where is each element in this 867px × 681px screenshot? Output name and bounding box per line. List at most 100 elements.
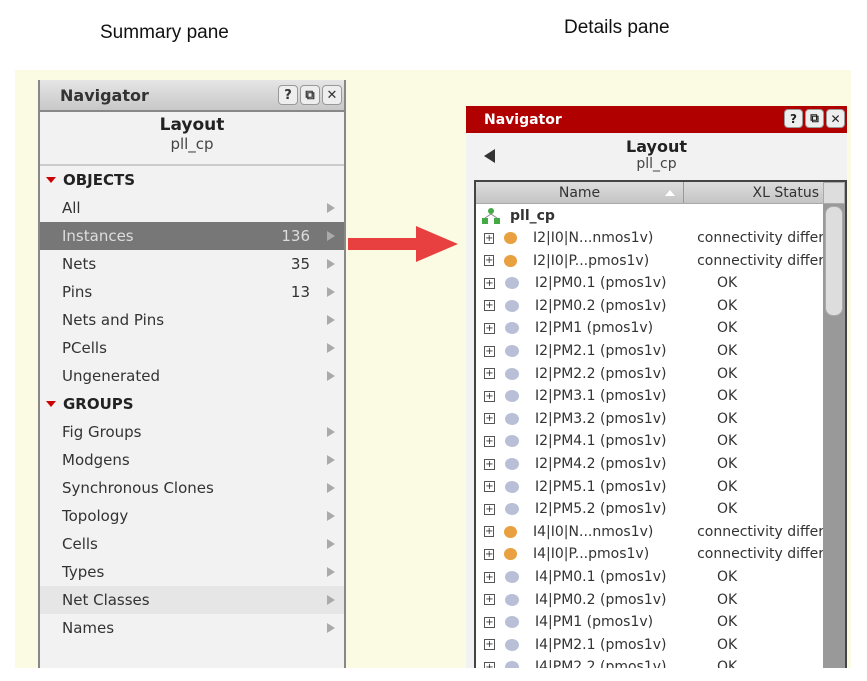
tree-row[interactable]: + I2|I0|P...pmos1v) connectivity differ xyxy=(476,250,824,272)
expand-plus-icon[interactable]: + xyxy=(484,232,495,244)
item-label: Types xyxy=(62,563,105,581)
expand-plus-icon[interactable]: + xyxy=(484,481,495,493)
tree-row[interactable]: + I2|PM2.1 (pmos1v) OK xyxy=(476,340,824,362)
close-button[interactable]: ✕ xyxy=(322,85,342,105)
expand-plus-icon[interactable]: + xyxy=(484,594,495,606)
navigator-item[interactable]: Names xyxy=(40,614,344,642)
navigator-item[interactable]: Net Classes xyxy=(40,586,344,614)
expand-plus-icon[interactable]: + xyxy=(484,616,495,628)
item-label: Cells xyxy=(62,535,98,553)
tree-row[interactable]: + I2|PM0.1 (pmos1v) OK xyxy=(476,272,824,294)
expand-plus-icon[interactable]: + xyxy=(484,435,495,447)
tree-row[interactable]: + I4|PM1 (pmos1v) OK xyxy=(476,611,824,633)
navigator-item[interactable]: Nets and Pins xyxy=(40,306,344,334)
expand-plus-icon[interactable]: + xyxy=(484,345,495,357)
instance-icon xyxy=(505,299,519,312)
expand-plus-icon[interactable]: + xyxy=(484,300,495,312)
chevron-right-icon xyxy=(327,427,335,437)
expand-plus-icon[interactable]: + xyxy=(484,390,495,402)
tree-row[interactable]: + I2|PM1 (pmos1v) OK xyxy=(476,317,824,339)
tree-row[interactable]: + I4|PM2.1 (pmos1v) OK xyxy=(476,634,824,656)
chevron-right-icon xyxy=(327,511,335,521)
navigator-item[interactable]: Modgens xyxy=(40,446,344,474)
item-label: PCells xyxy=(62,339,107,357)
expand-plus-icon[interactable]: + xyxy=(484,413,495,425)
help-button[interactable]: ? xyxy=(278,85,298,105)
back-arrow-icon[interactable] xyxy=(484,149,495,163)
navigator-item[interactable]: Nets 35 xyxy=(40,250,344,278)
expand-plus-icon[interactable]: + xyxy=(484,368,495,380)
row-status: OK xyxy=(717,591,738,608)
navigator-item[interactable]: Fig Groups xyxy=(40,418,344,446)
row-name: I2|PM1 (pmos1v) xyxy=(535,320,654,337)
tree-row[interactable]: + I2|PM3.1 (pmos1v) OK xyxy=(476,385,824,407)
tree-row[interactable]: + I2|PM5.2 (pmos1v) OK xyxy=(476,498,824,520)
chevron-right-icon xyxy=(327,259,335,269)
section-label: GROUPS xyxy=(63,395,134,413)
expand-plus-icon[interactable]: + xyxy=(484,571,495,583)
navigator-item[interactable]: Synchronous Clones xyxy=(40,474,344,502)
float-button[interactable]: ⧉ xyxy=(805,109,824,128)
expand-plus-icon[interactable]: + xyxy=(484,458,495,470)
navigator-item[interactable]: PCells xyxy=(40,334,344,362)
details-navigator-panel: Navigator ? ⧉ ✕ Layout pll_cp Name XL St… xyxy=(466,106,847,668)
row-status: OK xyxy=(717,297,738,314)
navigator-item[interactable]: Instances 136 xyxy=(40,222,344,250)
expand-plus-icon[interactable]: + xyxy=(484,639,495,651)
tree-row[interactable]: + I2|PM2.2 (pmos1v) OK xyxy=(476,363,824,385)
expand-plus-icon[interactable]: + xyxy=(484,526,495,538)
expand-plus-icon[interactable]: + xyxy=(484,503,495,515)
item-label: All xyxy=(62,199,81,217)
expand-plus-icon[interactable]: + xyxy=(484,322,495,334)
instance-icon xyxy=(505,480,519,493)
tree-row[interactable]: + I4|I0|N...nmos1v) connectivity differ xyxy=(476,521,824,543)
section-header-objects[interactable]: OBJECTS xyxy=(40,166,344,194)
row-name: I2|PM5.2 (pmos1v) xyxy=(535,501,667,518)
tree-row[interactable]: + I2|I0|N...nmos1v) connectivity differ xyxy=(476,227,824,249)
row-status: OK xyxy=(717,456,738,472)
navigator-item[interactable]: Types xyxy=(40,558,344,586)
column-header-name[interactable]: Name xyxy=(476,182,684,203)
scroll-up-button[interactable] xyxy=(823,182,845,204)
expand-plus-icon[interactable]: + xyxy=(484,548,495,560)
item-label: Fig Groups xyxy=(62,423,142,441)
float-button[interactable]: ⧉ xyxy=(300,85,320,105)
row-name: I2|PM4.1 (pmos1v) xyxy=(535,433,667,450)
navigator-item[interactable]: Ungenerated xyxy=(40,362,344,390)
section-header-groups[interactable]: GROUPS xyxy=(40,390,344,418)
tree-row[interactable]: + I4|PM2.2 (pmos1v) OK xyxy=(476,656,824,668)
scroll-thumb[interactable] xyxy=(825,206,843,316)
navigator-item[interactable]: Cells xyxy=(40,530,344,558)
navigator-item[interactable]: Pins 13 xyxy=(40,278,344,306)
tree-row[interactable]: + I2|PM4.1 (pmos1v) OK xyxy=(476,430,824,452)
details-pane-caption: Details pane xyxy=(564,17,670,38)
column-header-status[interactable]: XL Status xyxy=(684,182,845,203)
expand-plus-icon[interactable]: + xyxy=(484,277,495,289)
item-label: Modgens xyxy=(62,451,130,469)
tree-row[interactable]: + I2|PM0.2 (pmos1v) OK xyxy=(476,295,824,317)
row-name: I4|I0|N...nmos1v) xyxy=(533,523,654,540)
navigator-item[interactable]: Topology xyxy=(40,502,344,530)
navigator-item[interactable]: All xyxy=(40,194,344,222)
instance-tree[interactable]: Name XL Status pll_cp + I2|I0|N...nmos1v)… xyxy=(474,180,847,668)
tree-root[interactable]: pll_cp xyxy=(476,205,824,227)
expand-plus-icon[interactable]: + xyxy=(484,255,495,267)
warning-instance-icon xyxy=(504,232,518,244)
summary-navigator-panel: Navigator ? ⧉ ✕ Layout pll_cp OBJECTS All… xyxy=(38,80,346,668)
tree-row[interactable]: + I4|PM0.2 (pmos1v) OK xyxy=(476,589,824,611)
close-button[interactable]: ✕ xyxy=(826,109,845,128)
tree-row[interactable]: + I2|PM3.2 (pmos1v) OK xyxy=(476,408,824,430)
expand-plus-icon[interactable]: + xyxy=(484,661,495,668)
tree-row[interactable]: + I4|I0|P...pmos1v) connectivity differ xyxy=(476,543,824,565)
scrollbar[interactable] xyxy=(823,182,845,668)
view-title: Layout xyxy=(159,115,225,135)
tree-row[interactable]: + I2|PM4.2 (pmos1v) OK xyxy=(476,453,824,475)
tree-row[interactable]: + I2|PM5.1 (pmos1v) OK xyxy=(476,476,824,498)
expanded-triangle-icon xyxy=(46,401,56,407)
row-name: I4|PM0.2 (pmos1v) xyxy=(535,591,667,608)
root-name: pll_cp xyxy=(510,208,555,224)
row-status: OK xyxy=(717,365,738,382)
help-button[interactable]: ? xyxy=(784,109,803,128)
tree-row[interactable]: + I4|PM0.1 (pmos1v) OK xyxy=(476,566,824,588)
chevron-right-icon xyxy=(327,455,335,465)
